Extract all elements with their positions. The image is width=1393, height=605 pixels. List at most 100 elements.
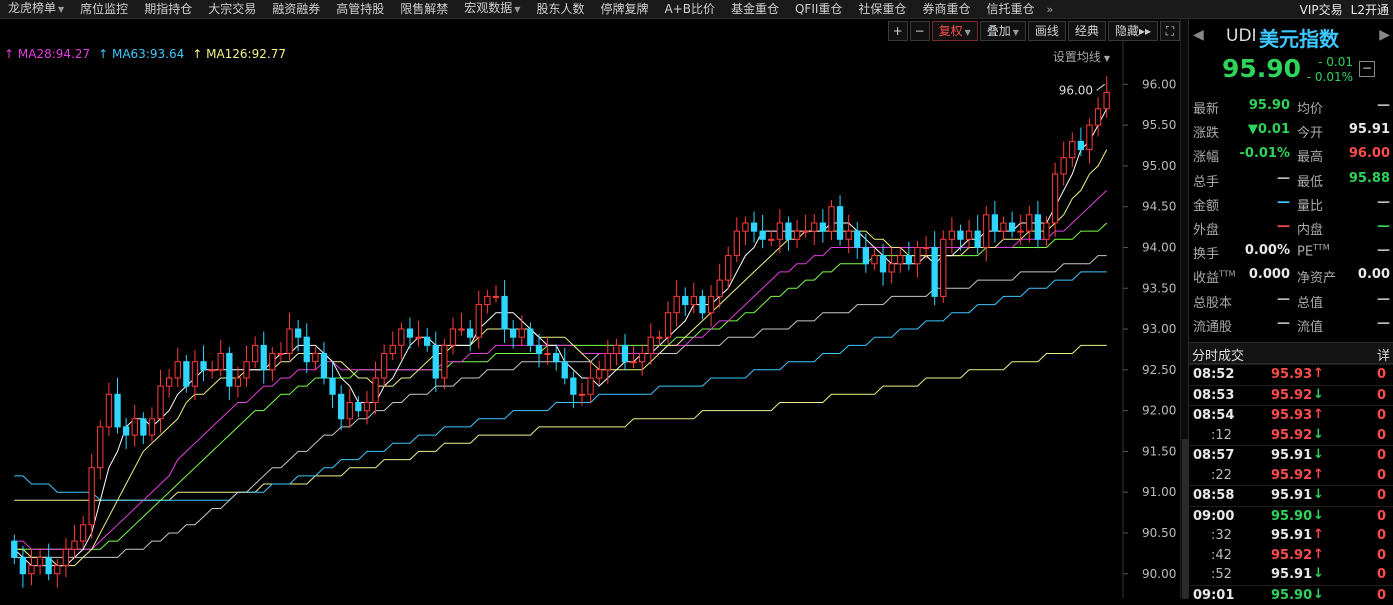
quote-value: — — [1377, 98, 1390, 113]
candle-body — [141, 419, 146, 435]
candle-body — [468, 329, 473, 337]
zoom-out-button[interactable]: − — [910, 21, 930, 41]
nav-item-0[interactable]: 龙虎榜单▼ — [0, 0, 72, 19]
quote-label-text: 内盘 — [1297, 223, 1323, 238]
nav-item-3[interactable]: 大宗交易 — [200, 0, 264, 18]
nav-item-11[interactable]: 基金重仓 — [723, 0, 787, 18]
candle — [1070, 132, 1075, 166]
nav-item-2[interactable]: 期指持仓 — [136, 0, 200, 18]
candle — [1087, 119, 1092, 164]
up-arrow-icon: ↑ — [192, 47, 206, 61]
candle-body — [1104, 93, 1109, 109]
collapse-button[interactable]: − — [1359, 61, 1375, 77]
nav-item-15[interactable]: 信托重仓 — [978, 0, 1042, 18]
candle-body — [390, 345, 395, 353]
candle — [992, 201, 997, 243]
quote-label: 换手 — [1193, 243, 1219, 262]
kline-chart-area[interactable]: 96.0095.5095.0094.5094.0093.5093.0092.50… — [0, 19, 1180, 598]
y-tick-label: 96.00 — [1142, 77, 1176, 91]
ma-setting-button[interactable]: 设置均线▼ — [1053, 48, 1110, 65]
ma-legend-label: MA63:93.64 — [112, 47, 184, 61]
candle — [519, 315, 524, 346]
high-price-pointer — [1097, 84, 1105, 90]
candle-body — [1044, 223, 1049, 239]
candle — [450, 318, 455, 355]
candle — [149, 407, 154, 441]
candle — [1078, 128, 1083, 157]
nav-item-7[interactable]: 宏观数据▼ — [456, 0, 528, 19]
nav-item-label: 高管持股 — [336, 2, 384, 16]
candle — [253, 336, 258, 368]
candle-body — [1001, 223, 1006, 231]
nav-item-13[interactable]: 社保重仓 — [850, 0, 914, 18]
candle-body — [98, 427, 103, 468]
candle-body — [803, 231, 808, 232]
hide-button[interactable]: 隐藏▸▸ — [1108, 21, 1158, 41]
ma-legend-item: ↑ MA63:93.64 — [98, 47, 184, 61]
l2-open-link[interactable]: L2开通 — [1351, 1, 1389, 18]
candle — [760, 215, 765, 248]
candle — [132, 405, 137, 447]
vip-trade-link[interactable]: VIP交易 — [1300, 1, 1343, 18]
candle — [915, 241, 920, 278]
more-menu-icon[interactable]: » — [1042, 3, 1057, 16]
candle-body — [855, 231, 860, 247]
candle-body — [296, 329, 301, 337]
candle — [674, 280, 679, 326]
candle — [751, 212, 756, 243]
overlay-button[interactable]: 叠加▼ — [980, 21, 1026, 41]
tick-price: 95.91 — [1271, 567, 1312, 582]
quote-label-text: 涨跌 — [1193, 126, 1219, 141]
candle-body — [278, 354, 283, 355]
tick-row: 08:5795.91↓0 — [1189, 445, 1393, 466]
ticks-title: 分时成交 — [1192, 345, 1244, 364]
classic-button[interactable]: 经典 — [1068, 21, 1106, 41]
fuquan-button[interactable]: 复权▼ — [932, 21, 978, 41]
tick-volume: 0 — [1377, 367, 1386, 382]
kline-chart[interactable]: 96.0095.5095.0094.5094.0093.5093.0092.50… — [0, 19, 1180, 598]
prev-arrow-icon[interactable]: ◀ — [1193, 27, 1204, 43]
price-change: - 0.01 — [1303, 55, 1353, 69]
quote-label: 收益TTM — [1193, 267, 1236, 286]
fullscreen-icon[interactable]: ⛶ — [1160, 21, 1180, 41]
candle-body — [751, 223, 756, 231]
draw-line-button[interactable]: 画线 — [1028, 21, 1066, 41]
candle — [786, 216, 791, 250]
nav-item-label: 券商重仓 — [922, 2, 970, 16]
zoom-in-button[interactable]: + — [888, 21, 908, 41]
tick-price: 95.93 — [1271, 408, 1312, 423]
candle — [261, 331, 266, 383]
candle-body — [158, 386, 163, 419]
candle-body — [614, 345, 619, 353]
nav-item-label: 社保重仓 — [858, 2, 906, 16]
nav-item-14[interactable]: 券商重仓 — [914, 0, 978, 18]
nav-item-6[interactable]: 限售解禁 — [392, 0, 456, 18]
nav-item-9[interactable]: 停牌复牌 — [592, 0, 656, 18]
ticks-list: 08:5295.93↑008:5395.92↓008:5495.93↑0:129… — [1189, 364, 1393, 605]
candle — [906, 242, 911, 271]
candle-body — [339, 394, 344, 419]
y-tick-label: 93.50 — [1142, 281, 1176, 295]
candle — [459, 313, 464, 336]
y-tick-label: 93.00 — [1142, 322, 1176, 336]
candle — [777, 209, 782, 253]
nav-item-12[interactable]: QFII重仓 — [787, 0, 850, 18]
nav-item-label: 席位监控 — [80, 2, 128, 16]
quote-label: 金额 — [1193, 195, 1219, 214]
quote-value: -0.01% — [1240, 146, 1291, 161]
nav-item-1[interactable]: 席位监控 — [72, 0, 136, 18]
candle-body — [450, 329, 455, 345]
candle — [502, 280, 507, 343]
next-arrow-icon[interactable]: ▶ — [1379, 27, 1390, 43]
ticks-detail-button[interactable]: 详 — [1377, 345, 1390, 364]
candle — [880, 244, 885, 286]
candle — [382, 345, 387, 387]
candle — [734, 217, 739, 262]
nav-item-10[interactable]: A+B比价 — [656, 0, 723, 18]
nav-item-8[interactable]: 股东人数 — [528, 0, 592, 18]
candle-body — [906, 256, 911, 264]
nav-item-5[interactable]: 高管持股 — [328, 0, 392, 18]
nav-item-4[interactable]: 融资融券 — [264, 0, 328, 18]
quote-value: 0.00 — [1358, 267, 1390, 282]
candle — [932, 231, 937, 305]
